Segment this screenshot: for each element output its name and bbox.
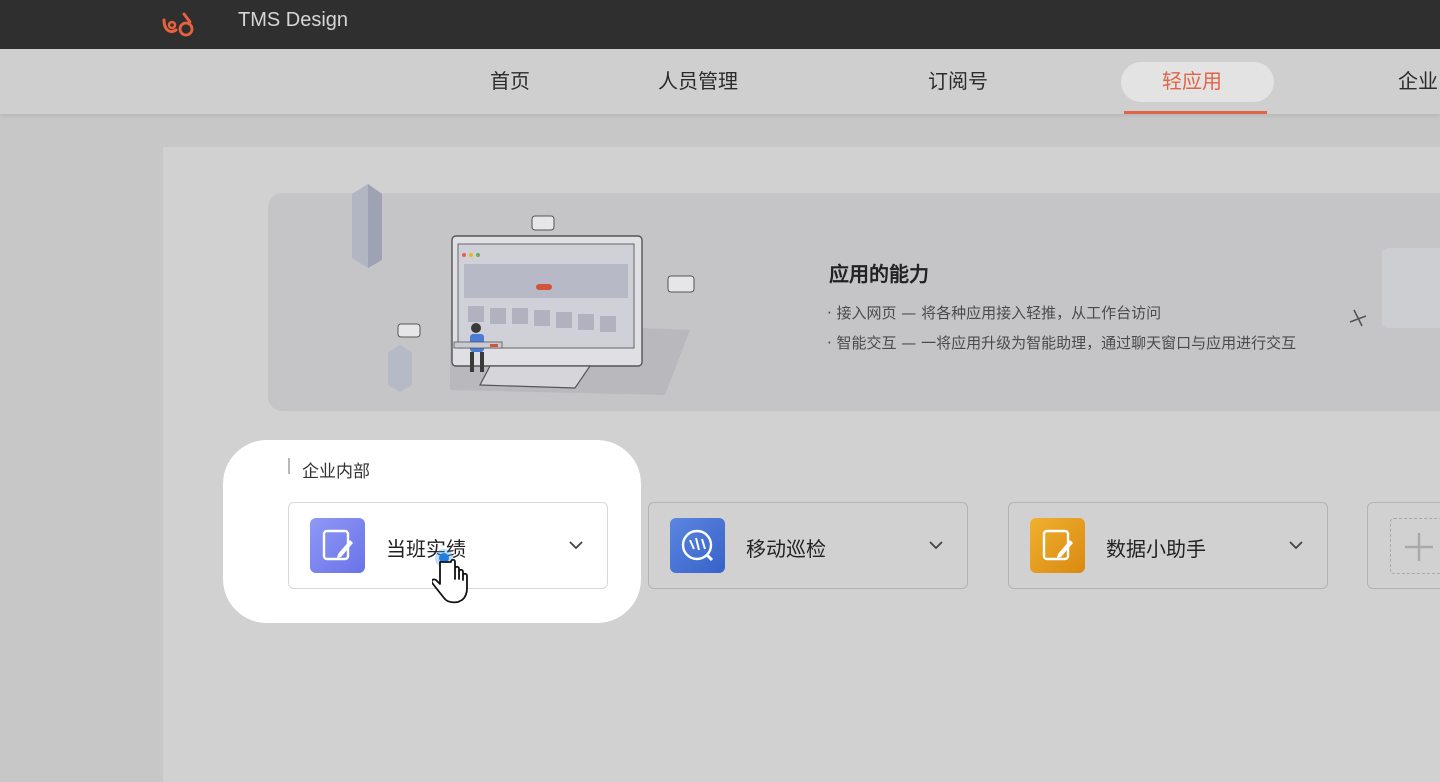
banner-line-interaction: · 智能交互 — 一将应用升级为智能助理，通过聊天窗口与应用进行交互: [827, 334, 1297, 352]
section-label: 企业内部: [302, 462, 370, 482]
main-nav: 首页 人员管理 订阅号 轻应用 企业: [0, 49, 1440, 114]
computer-illustration: [352, 184, 695, 395]
tms-logo-icon[interactable]: [160, 8, 198, 40]
app-name: 数据小助手: [1106, 537, 1206, 561]
chevron-down-icon[interactable]: [927, 536, 945, 554]
nav-item-subscription[interactable]: 订阅号: [928, 65, 988, 94]
top-bar: TMS Design: [0, 0, 1440, 49]
hand-pointer-icon: [432, 549, 468, 604]
plus-icon: [1390, 518, 1440, 574]
chevron-down-icon[interactable]: [1287, 536, 1305, 554]
section-marker: [288, 458, 290, 474]
edit-note-icon: [310, 518, 365, 573]
chevron-down-icon[interactable]: [567, 536, 585, 554]
nav-item-enterprise[interactable]: 企业: [1398, 65, 1438, 94]
nav-item-home[interactable]: 首页: [490, 65, 530, 94]
nav-item-staff[interactable]: 人员管理: [658, 65, 738, 94]
banner-line-web: · 接入网页 — 将各种应用接入轻推，从工作台访问: [827, 304, 1162, 322]
patrol-icon: [670, 518, 725, 573]
app-card-data-assistant[interactable]: 数据小助手: [1008, 502, 1328, 589]
app-card-mobile-patrol[interactable]: 移动巡检: [648, 502, 968, 589]
nav-active-indicator: [1124, 111, 1267, 114]
edit-note-icon: [1030, 518, 1085, 573]
app-name: 移动巡检: [746, 537, 826, 561]
nav-item-label: 轻应用: [1162, 69, 1222, 93]
banner-title: 应用的能力: [829, 262, 929, 286]
add-app-button[interactable]: [1367, 502, 1440, 589]
decorative-sparkle-icon: [1349, 248, 1440, 328]
nav-item-light-app[interactable]: 轻应用: [1121, 62, 1274, 102]
app-title: TMS Design: [238, 9, 349, 31]
